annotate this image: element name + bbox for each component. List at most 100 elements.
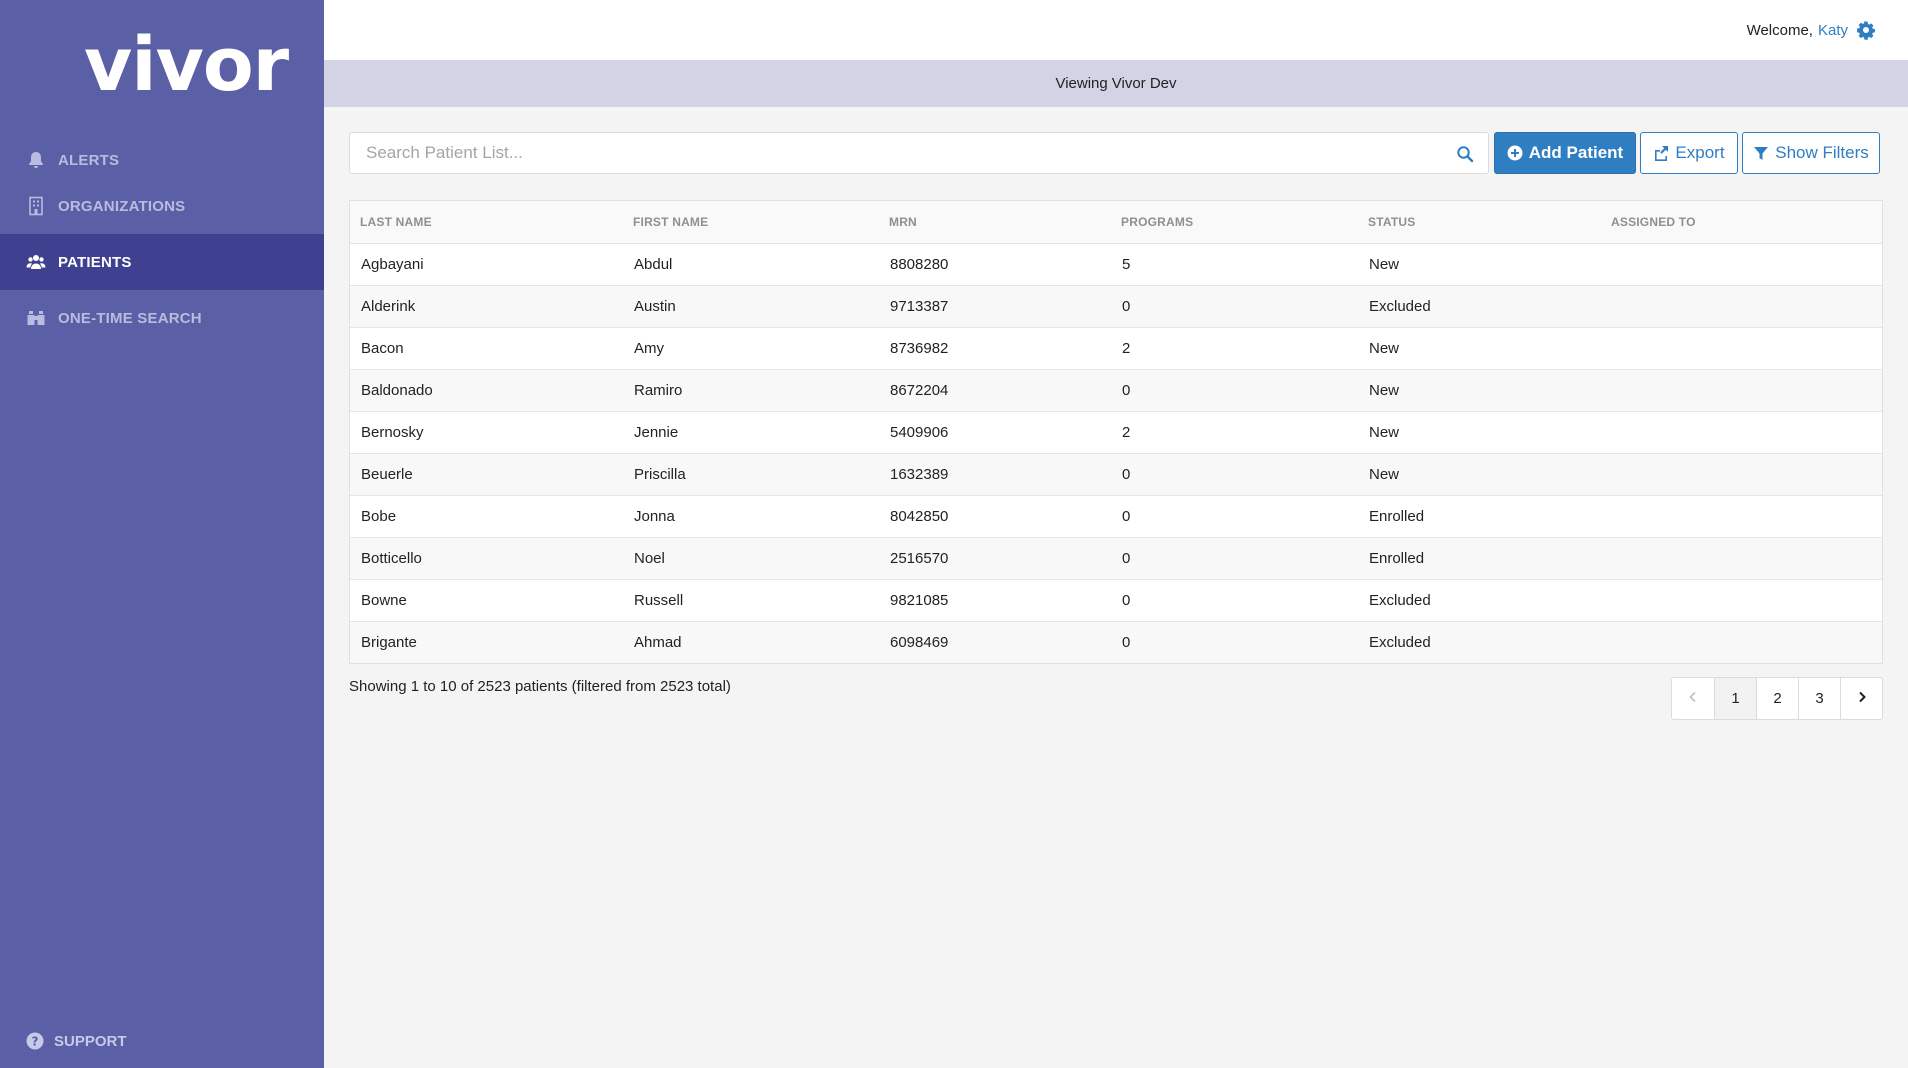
support-label: SUPPORT — [54, 1032, 127, 1050]
status-cell: Excluded — [1358, 621, 1601, 663]
mrn-cell: 8808280 — [879, 243, 1111, 286]
programs-cell: 2 — [1111, 411, 1358, 454]
plus-circle-icon — [1507, 145, 1523, 161]
assigned-to-cell — [1601, 285, 1882, 328]
first-name-cell: Russell — [623, 579, 879, 622]
previous-page-button[interactable] — [1672, 678, 1714, 719]
table-row[interactable]: Alderink Austin 9713387 0 Excluded — [350, 285, 1882, 328]
table-row[interactable]: Botticello Noel 2516570 0 Enrolled — [350, 537, 1882, 580]
mrn-cell: 6098469 — [879, 621, 1111, 663]
last-name-cell: Bowne — [350, 579, 623, 622]
table-row[interactable]: Brigante Ahmad 6098469 0 Excluded — [350, 621, 1882, 663]
viewing-prefix: Viewing — [1055, 75, 1108, 92]
column-header-last-name[interactable]: LAST NAME — [350, 201, 623, 244]
table-row[interactable]: Beuerle Priscilla 1632389 0 New — [350, 453, 1882, 496]
page-button-2[interactable]: 2 — [1756, 678, 1798, 719]
status-cell: Excluded — [1358, 579, 1601, 622]
share-icon — [1653, 145, 1669, 161]
assigned-to-cell — [1601, 537, 1882, 580]
status-cell: New — [1358, 327, 1601, 370]
table-header-row: LAST NAME FIRST NAME MRN PROGRAMS STATUS… — [350, 201, 1882, 244]
table-row[interactable]: Bernosky Jennie 5409906 2 New — [350, 411, 1882, 454]
page-button-3[interactable]: 3 — [1798, 678, 1840, 719]
mrn-cell: 9713387 — [879, 285, 1111, 328]
showing-count-text: Showing 1 to 10 of 2523 patients (filter… — [349, 678, 731, 695]
support-link[interactable]: ? SUPPORT — [26, 1032, 127, 1050]
viewing-org-bar: Viewing Vivor Dev — [324, 60, 1908, 107]
mrn-cell: 1632389 — [879, 453, 1111, 496]
status-cell: New — [1358, 411, 1601, 454]
assigned-to-cell — [1601, 495, 1882, 538]
column-header-first-name[interactable]: FIRST NAME — [623, 201, 879, 244]
add-patient-label: Add Patient — [1528, 143, 1624, 162]
last-name-cell: Agbayani — [350, 243, 623, 286]
assigned-to-cell — [1601, 243, 1882, 286]
svg-text:?: ? — [32, 1035, 39, 1049]
programs-cell: 0 — [1111, 285, 1358, 328]
table-row[interactable]: Baldonado Ramiro 8672204 0 New — [350, 369, 1882, 412]
status-cell: New — [1358, 453, 1601, 496]
table-row[interactable]: Bacon Amy 8736982 2 New — [350, 327, 1882, 370]
search-icon[interactable] — [1456, 145, 1474, 163]
assigned-to-cell — [1601, 411, 1882, 454]
table-row[interactable]: Bowne Russell 9821085 0 Excluded — [350, 579, 1882, 622]
mrn-cell: 8736982 — [879, 327, 1111, 370]
top-bar: Welcome, Katy — [324, 0, 1908, 60]
export-button[interactable]: Export — [1640, 132, 1738, 174]
assigned-to-cell — [1601, 579, 1882, 622]
vivor-logo[interactable]: vivor — [84, 28, 289, 102]
page-button-1[interactable]: 1 — [1714, 678, 1756, 719]
sidebar-item-label: ALERTS — [58, 151, 120, 169]
add-patient-button[interactable]: Add Patient — [1494, 132, 1636, 174]
column-header-status[interactable]: STATUS — [1358, 201, 1601, 244]
status-cell: New — [1358, 243, 1601, 286]
last-name-cell: Botticello — [350, 537, 623, 580]
status-cell: Excluded — [1358, 285, 1601, 328]
gear-icon[interactable] — [1856, 20, 1876, 40]
user-name-link[interactable]: Katy — [1818, 22, 1848, 39]
column-header-programs[interactable]: PROGRAMS — [1111, 201, 1358, 244]
sidebar-item-patients[interactable]: PATIENTS — [0, 234, 324, 290]
status-cell: New — [1358, 369, 1601, 412]
assigned-to-cell — [1601, 621, 1882, 663]
first-name-cell: Amy — [623, 327, 879, 370]
first-name-cell: Jonna — [623, 495, 879, 538]
show-filters-button[interactable]: Show Filters — [1742, 132, 1880, 174]
programs-cell: 0 — [1111, 495, 1358, 538]
assigned-to-cell — [1601, 327, 1882, 370]
sidebar-item-one-time-search[interactable]: ONE-TIME SEARCH — [0, 290, 324, 346]
sidebar-item-label: PATIENTS — [58, 253, 132, 271]
filter-icon — [1753, 145, 1769, 161]
programs-cell: 0 — [1111, 537, 1358, 580]
sidebar: vivor ALERTS ORGANIZATIONS PATIENTS ONE-… — [0, 0, 324, 1068]
question-circle-icon: ? — [26, 1032, 44, 1050]
last-name-cell: Bacon — [350, 327, 623, 370]
chevron-left-icon — [1687, 690, 1699, 707]
programs-cell: 0 — [1111, 453, 1358, 496]
last-name-cell: Bernosky — [350, 411, 623, 454]
programs-cell: 0 — [1111, 369, 1358, 412]
assigned-to-cell — [1601, 369, 1882, 412]
next-page-button[interactable] — [1840, 678, 1882, 719]
last-name-cell: Bobe — [350, 495, 623, 538]
search-input[interactable] — [350, 133, 1488, 173]
table-row[interactable]: Bobe Jonna 8042850 0 Enrolled — [350, 495, 1882, 538]
sidebar-item-organizations[interactable]: ORGANIZATIONS — [0, 178, 324, 234]
welcome-text: Welcome, — [1746, 21, 1813, 39]
pagination: 1 2 3 — [1671, 677, 1883, 720]
table-row[interactable]: Agbayani Abdul 8808280 5 New — [350, 243, 1882, 286]
programs-cell: 2 — [1111, 327, 1358, 370]
binoculars-icon — [26, 308, 46, 328]
last-name-cell: Alderink — [350, 285, 623, 328]
mrn-cell: 8672204 — [879, 369, 1111, 412]
first-name-cell: Austin — [623, 285, 879, 328]
column-header-mrn[interactable]: MRN — [879, 201, 1111, 244]
last-name-cell: Beuerle — [350, 453, 623, 496]
bell-icon — [26, 150, 46, 170]
column-header-assigned-to[interactable]: ASSIGNED TO — [1601, 201, 1882, 244]
first-name-cell: Jennie — [623, 411, 879, 454]
first-name-cell: Ahmad — [623, 621, 879, 663]
status-cell: Enrolled — [1358, 495, 1601, 538]
sidebar-item-label: ORGANIZATIONS — [58, 197, 186, 215]
building-icon — [26, 196, 46, 216]
